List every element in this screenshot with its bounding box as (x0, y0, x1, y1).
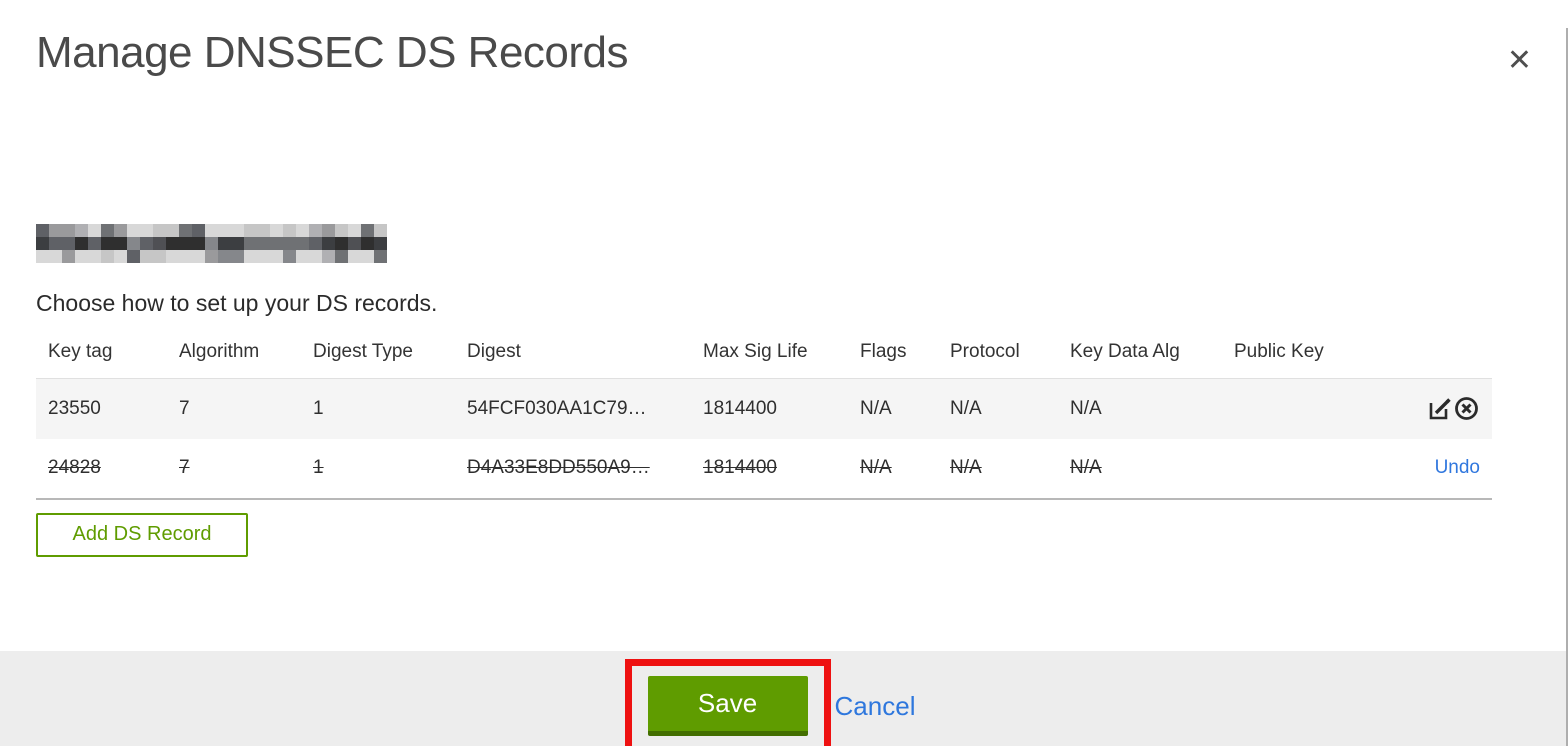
table-row: 24828 7 1 D4A33E8DD550A9… 1814400 N/A N/… (36, 438, 1492, 500)
col-public-key: Public Key (1222, 329, 1392, 379)
col-flags: Flags (848, 329, 938, 379)
cell-digest-type: 1 (313, 397, 324, 419)
cell-digest: 54FCF030AA1C79… (467, 397, 647, 419)
table-row: 23550 7 1 54FCF030AA1C79… 1814400 N/A N/… (36, 378, 1492, 439)
cell-key-data-alg: N/A (1070, 457, 1102, 478)
col-digest: Digest (455, 329, 691, 379)
cell-key-tag: 24828 (48, 457, 101, 478)
undo-link[interactable]: Undo (1435, 457, 1480, 478)
col-key-data-alg: Key Data Alg (1058, 329, 1222, 379)
cancel-link[interactable]: Cancel (835, 691, 916, 722)
cell-algorithm: 7 (179, 397, 190, 419)
col-digest-type: Digest Type (301, 329, 455, 379)
col-key-tag: Key tag (36, 329, 167, 379)
edit-record-icon[interactable] (1426, 395, 1453, 422)
table-header-row: Key tag Algorithm Digest Type Digest Max… (36, 329, 1492, 379)
save-button[interactable]: Save (647, 676, 808, 736)
col-protocol: Protocol (938, 329, 1058, 379)
col-actions (1392, 329, 1492, 379)
cell-protocol: N/A (950, 397, 982, 419)
annotation-highlight-box: Save (624, 659, 831, 746)
delete-record-icon[interactable] (1453, 395, 1480, 422)
modal-footer: Save Cancel (0, 651, 1568, 746)
cell-max-sig-life: 1814400 (703, 397, 777, 419)
cell-flags: N/A (860, 397, 892, 419)
col-max-sig-life: Max Sig Life (691, 329, 848, 379)
cell-flags: N/A (860, 457, 892, 478)
cell-key-tag: 23550 (48, 397, 101, 419)
ds-records-table: Key tag Algorithm Digest Type Digest Max… (36, 329, 1492, 500)
col-algorithm: Algorithm (167, 329, 301, 379)
cell-digest: D4A33E8DD550A9… (467, 457, 650, 478)
page-title: Manage DNSSEC DS Records (36, 28, 629, 77)
cell-protocol: N/A (950, 457, 982, 478)
cell-algorithm: 7 (179, 457, 190, 478)
redacted-domain (36, 224, 387, 263)
cell-digest-type: 1 (313, 457, 324, 478)
cell-key-data-alg: N/A (1070, 397, 1102, 419)
close-icon[interactable]: ✕ (1507, 46, 1532, 76)
cell-max-sig-life: 1814400 (703, 457, 777, 478)
intro-text: Choose how to set up your DS records. (36, 290, 438, 316)
add-ds-record-button[interactable]: Add DS Record (36, 512, 248, 557)
